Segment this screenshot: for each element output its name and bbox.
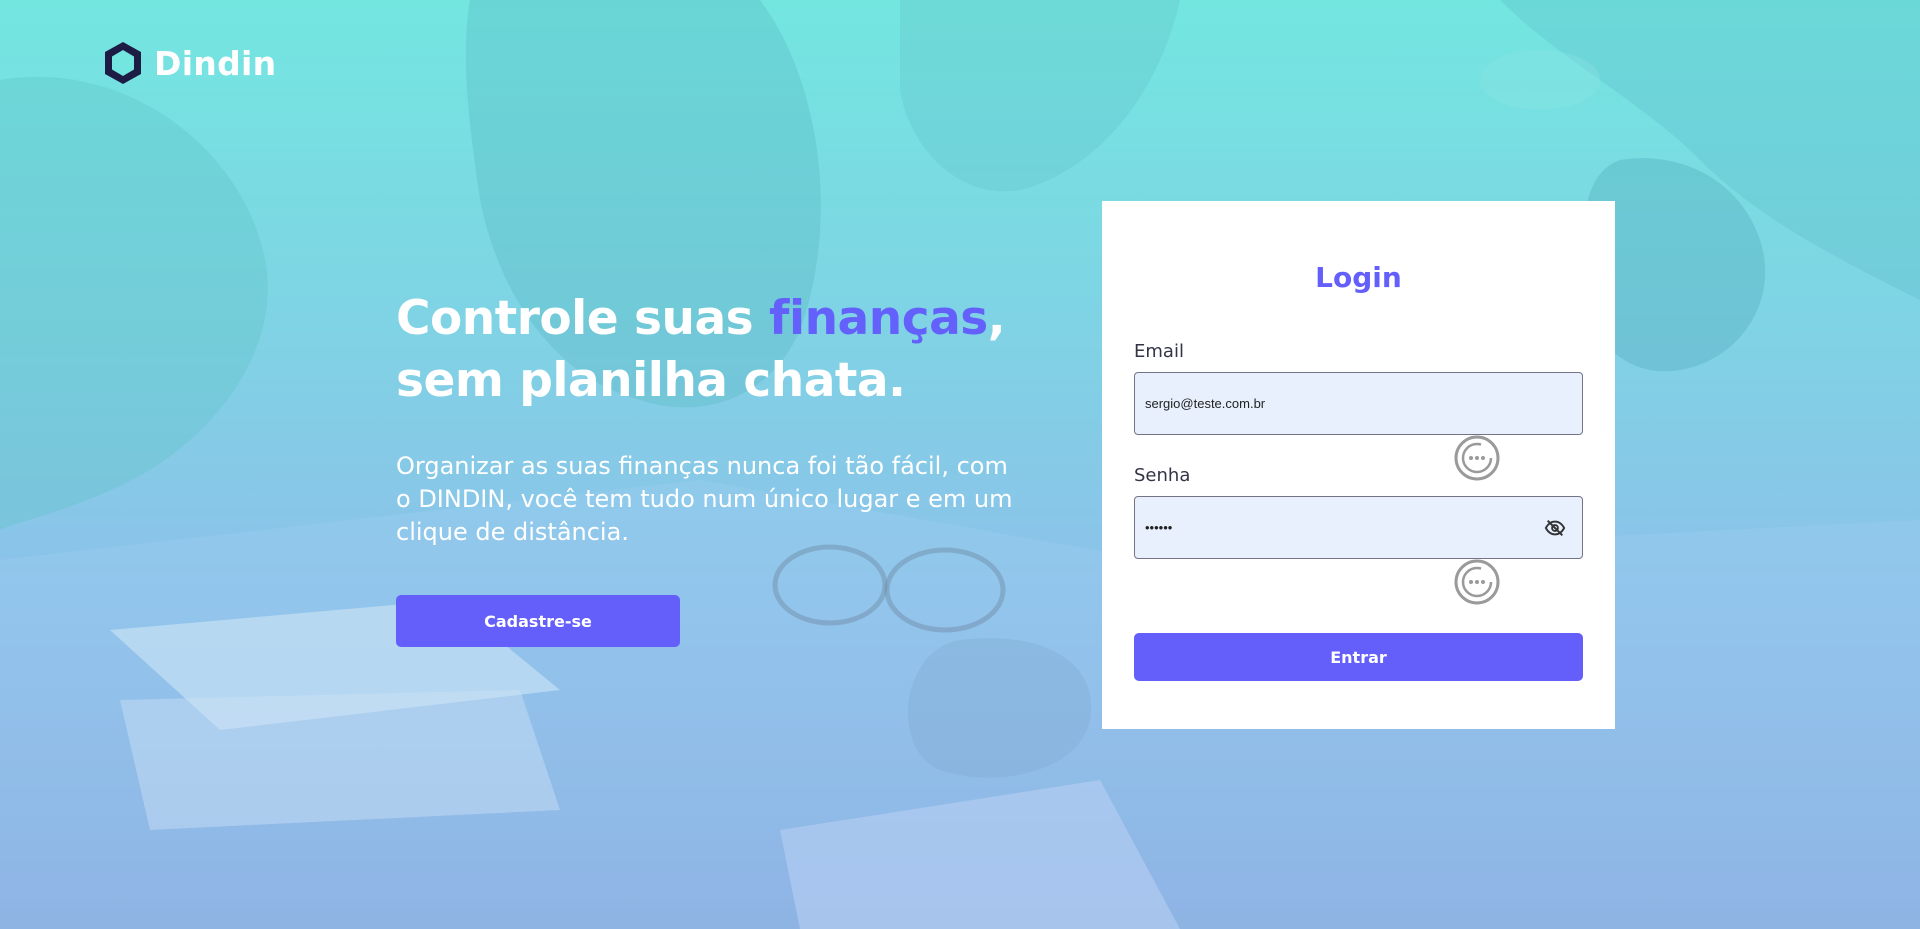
hero-title: Controle suas finanças, sem planilha chat… [396, 288, 1036, 412]
password-manager-icon[interactable] [1453, 434, 1501, 482]
email-value: sergio@teste.com.br [1145, 396, 1266, 411]
email-label: Email [1134, 341, 1184, 362]
signup-button[interactable]: Cadastre-se [396, 595, 680, 647]
hero-title-part2: , [987, 291, 1006, 346]
brand-logo[interactable]: Dindin [102, 40, 276, 86]
password-field[interactable]: •••••• [1134, 496, 1583, 559]
login-title: Login [1315, 261, 1402, 294]
password-value: •••••• [1145, 520, 1173, 535]
login-submit-button[interactable]: Entrar [1134, 633, 1583, 681]
password-manager-icon[interactable] [1453, 558, 1501, 606]
hexagon-logo-icon [105, 42, 141, 84]
hero-title-accent: finanças [769, 291, 988, 346]
hero-section: Controle suas finanças, sem planilha chat… [396, 288, 1036, 647]
login-card: Login Email sergio@teste.com.br Senha ••… [1102, 201, 1615, 729]
eye-off-icon[interactable] [1544, 517, 1566, 539]
brand-name: Dindin [154, 43, 277, 83]
hero-title-line2: sem planilha chata. [396, 353, 906, 408]
email-field[interactable]: sergio@teste.com.br [1134, 372, 1583, 435]
password-label: Senha [1134, 465, 1191, 486]
hero-subtitle: Organizar as suas finanças nunca foi tão… [396, 452, 1013, 546]
hero-title-part1: Controle suas [396, 291, 770, 346]
